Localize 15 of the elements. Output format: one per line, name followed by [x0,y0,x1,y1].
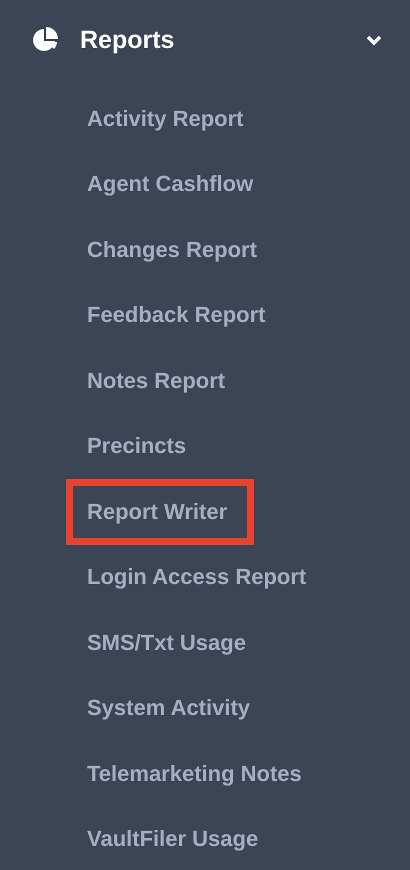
menu-link[interactable]: Notes Report [66,348,252,414]
menu-link[interactable]: Report Writer [66,478,254,545]
menu-link[interactable]: Activity Report [66,86,270,152]
menu-link[interactable]: Precincts [66,413,214,480]
menu-link[interactable]: Telemarketing Notes [66,740,329,807]
menu-link[interactable]: Login Access Report [66,544,334,610]
menu-link[interactable]: System Activity [66,675,278,742]
chevron-down-icon[interactable] [366,34,382,46]
menu-link[interactable]: VaultFiler Usage [66,806,286,870]
section-title[interactable]: Reports [80,26,366,54]
menu-link[interactable]: Changes Report [66,216,284,283]
menu-link[interactable]: SMS/Txt Usage [66,610,273,676]
menu-link[interactable]: Agent Cashflow [66,151,280,218]
pie-chart-icon [32,27,58,53]
menu-link[interactable]: Feedback Report [66,282,292,348]
